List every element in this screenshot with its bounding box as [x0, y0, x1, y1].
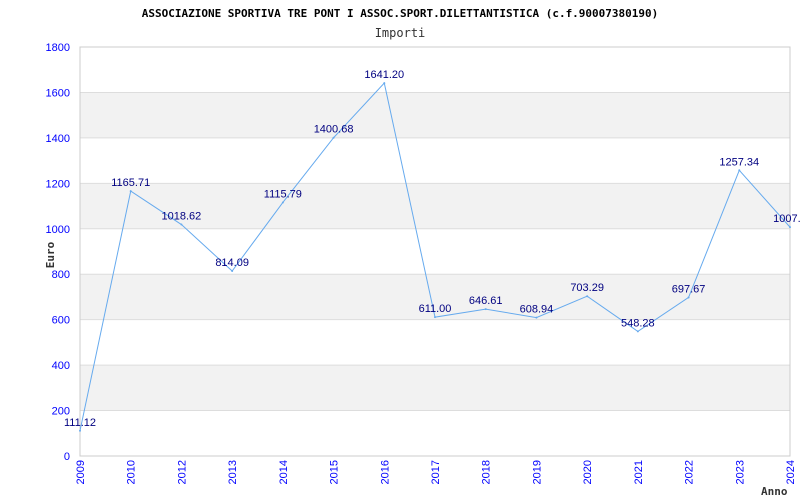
data-label: 697.67 — [672, 283, 706, 295]
chart-subtitle: Importi — [375, 26, 426, 40]
chart-title: ASSOCIAZIONE SPORTIVA TRE PONT I ASSOC.S… — [142, 7, 659, 20]
x-axis-label: Anno — [761, 485, 788, 498]
data-point — [281, 201, 284, 204]
x-tick-label: 2014 — [278, 460, 290, 484]
data-point — [180, 223, 183, 226]
data-point — [434, 316, 436, 319]
grid-band — [80, 92, 790, 138]
data-label: 611.00 — [419, 303, 452, 315]
data-point — [484, 308, 487, 311]
x-tick-label: 2021 — [633, 460, 645, 484]
data-point — [636, 330, 639, 333]
x-tick-label: 2018 — [481, 460, 493, 484]
y-tick-label: 1600 — [46, 87, 70, 99]
y-tick-label: 1200 — [46, 178, 70, 190]
x-tick-label: 2019 — [531, 460, 543, 484]
y-tick-label: 400 — [52, 360, 70, 372]
data-label: 1018.62 — [162, 211, 202, 223]
x-tick-label: 2023 — [734, 460, 746, 484]
x-tick-label: 2020 — [582, 460, 594, 484]
grid-band — [80, 365, 790, 411]
data-label: 1165.71 — [111, 177, 150, 189]
data-point — [687, 296, 690, 299]
x-tick-label: 2010 — [126, 460, 138, 484]
data-point — [231, 270, 234, 273]
data-label: 1257.34 — [719, 156, 759, 168]
data-point — [738, 169, 741, 172]
data-label: 1115.79 — [264, 188, 302, 200]
y-tick-label: 1800 — [46, 42, 70, 54]
data-label: 1400.68 — [314, 124, 354, 136]
data-label: 111.12 — [64, 417, 96, 429]
x-tick-label: 2009 — [75, 460, 87, 484]
x-tick-label: 2017 — [430, 460, 442, 484]
y-tick-label: 800 — [52, 269, 70, 281]
x-tick-label: 2012 — [176, 460, 188, 484]
data-label: 646.61 — [469, 295, 503, 307]
data-label: 814.09 — [215, 257, 249, 269]
y-tick-label: 200 — [52, 406, 70, 418]
data-point — [332, 136, 335, 139]
data-label: 703.29 — [570, 282, 604, 294]
y-tick-label: 0 — [64, 451, 70, 463]
data-label: 1641.20 — [364, 69, 404, 81]
y-tick-label: 1400 — [46, 133, 70, 145]
data-label: 608.94 — [520, 304, 554, 316]
grid-band — [80, 137, 790, 184]
y-tick-label: 600 — [52, 315, 70, 327]
data-label: 548.28 — [621, 317, 655, 329]
data-point — [789, 226, 791, 229]
x-tick-label: 2013 — [227, 460, 239, 484]
grid-band — [80, 319, 790, 366]
data-point — [586, 295, 589, 298]
line-chart: ASSOCIAZIONE SPORTIVA TRE PONT I ASSOC.S… — [44, 7, 800, 498]
data-point — [535, 316, 538, 319]
x-tick-label: 2016 — [379, 460, 391, 484]
y-axis-label: Euro — [44, 241, 57, 268]
x-tick-label: 2015 — [329, 460, 341, 484]
data-point — [383, 82, 386, 85]
y-tick-label: 1000 — [46, 224, 70, 236]
data-point — [129, 190, 132, 193]
x-tick-label: 2024 — [785, 460, 797, 484]
grid-band — [80, 228, 790, 275]
x-tick-label: 2022 — [684, 460, 696, 484]
data-label: 1007.3 — [773, 213, 800, 225]
data-point — [79, 429, 81, 432]
grid-band — [80, 47, 790, 93]
grid-band — [80, 410, 790, 456]
